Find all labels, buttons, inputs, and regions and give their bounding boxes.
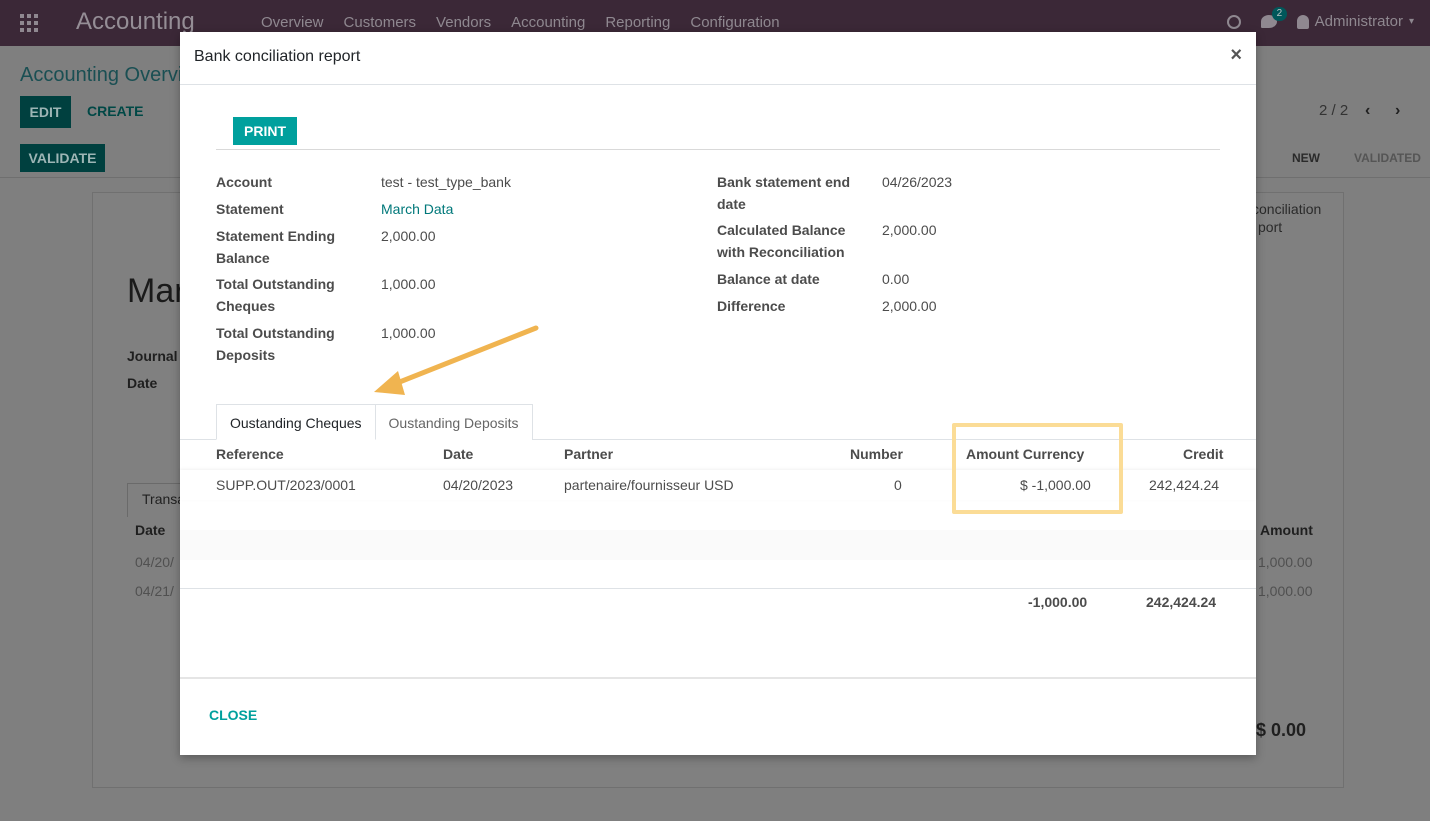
total-credit: 242,424.24 xyxy=(1146,594,1217,610)
chat-icon[interactable]: 2 xyxy=(1260,7,1288,28)
edit-button[interactable]: EDIT xyxy=(20,96,71,128)
activity-clock-icon[interactable] xyxy=(1226,14,1241,29)
calculated-balance-value: 2,000.00 xyxy=(882,222,937,238)
bank-statement-end-date-value: 04/26/2023 xyxy=(882,174,953,190)
close-button[interactable]: CLOSE xyxy=(209,707,257,723)
apps-menu-icon[interactable] xyxy=(20,14,38,32)
journal-label: Journal xyxy=(127,348,178,364)
caret-down-icon: ▾ xyxy=(1408,16,1414,27)
app-brand: Accounting xyxy=(76,8,195,35)
report-divider xyxy=(216,149,1220,150)
col-date: Date xyxy=(443,446,474,462)
account-label: Account xyxy=(216,174,272,190)
sheet-total: $ 0.00 xyxy=(1256,720,1307,740)
sheet-row-amount: 1,000.00 xyxy=(1258,554,1313,570)
total-amount-currency: -1,000.00 xyxy=(1028,594,1088,610)
sheet-col-date: Date xyxy=(135,522,166,538)
sheet-row-date[interactable]: 04/21/ xyxy=(135,583,174,599)
col-partner: Partner xyxy=(564,446,614,462)
navbar-systray: 2 Administrator ▾ xyxy=(1226,7,1414,30)
status-new[interactable]: NEW xyxy=(1292,151,1320,165)
tab-outstanding-cheques[interactable]: Oustanding Cheques xyxy=(216,404,376,440)
print-button[interactable]: PRINT xyxy=(233,117,297,145)
dialog-body: PRINT Account test - test_type_bank Stat… xyxy=(180,86,1256,676)
row-reference: SUPP.OUT/2023/0001 xyxy=(216,477,356,493)
calculated-balance-label: Calculated Balance with Reconciliation xyxy=(717,222,846,260)
menu-item-configuration[interactable]: Configuration xyxy=(690,14,779,31)
account-value: test - test_type_bank xyxy=(381,174,511,190)
col-amount-currency: Amount Currency xyxy=(966,446,1085,462)
empty-row xyxy=(180,530,1256,560)
total-outstanding-cheques-value: 1,000.00 xyxy=(381,276,436,292)
stat-line-2: port xyxy=(1258,219,1283,235)
user-menu[interactable]: Administrator ▾ xyxy=(1296,13,1414,30)
stat-line-1: conciliation xyxy=(1252,201,1322,217)
tab-transactions[interactable]: Transa xyxy=(127,483,187,517)
row-date: 04/20/2023 xyxy=(443,477,514,493)
conciliation-report-stat-button[interactable]: conciliation port xyxy=(1252,200,1321,236)
total-outstanding-cheques-label: Total Outstanding Cheques xyxy=(216,276,335,314)
total-outstanding-deposits-label: Total Outstanding Deposits xyxy=(216,325,335,363)
status-bar: NEW VALIDATED xyxy=(1276,140,1430,177)
close-icon[interactable]: × xyxy=(1230,45,1242,65)
pager-previous-icon[interactable]: ‹ xyxy=(1365,102,1370,120)
chat-count-badge: 2 xyxy=(1271,7,1288,21)
breadcrumb[interactable]: Accounting Overvi xyxy=(20,64,182,87)
col-credit: Credit xyxy=(1183,446,1224,462)
statement-ending-balance-label: Statement Ending Balance xyxy=(216,228,336,266)
menu-item-overview[interactable]: Overview xyxy=(261,14,324,31)
menu-item-vendors[interactable]: Vendors xyxy=(436,14,491,31)
menu-item-accounting[interactable]: Accounting xyxy=(511,14,585,31)
difference-label: Difference xyxy=(717,298,786,314)
sheet-row-amount: 1,000.00 xyxy=(1258,583,1313,599)
validate-button[interactable]: VALIDATE xyxy=(20,144,105,172)
row-credit: 242,424.24 xyxy=(1149,477,1220,493)
row-number: 0 xyxy=(894,477,902,493)
balance-at-date-label: Balance at date xyxy=(717,271,820,287)
statement-link[interactable]: March Data xyxy=(381,198,453,220)
menu-item-reporting[interactable]: Reporting xyxy=(605,14,670,31)
statement-label: Statement xyxy=(216,201,284,217)
bank-statement-end-date-label: Bank statement end date xyxy=(717,174,851,212)
col-number: Number xyxy=(850,446,903,462)
pager-next-icon[interactable]: › xyxy=(1395,102,1400,120)
col-reference: Reference xyxy=(216,446,284,462)
dialog-footer: CLOSE xyxy=(180,677,1256,755)
row-partner: partenaire/fournisseur USD xyxy=(564,477,734,493)
main-menu: Overview Customers Vendors Accounting Re… xyxy=(261,14,780,31)
bank-conciliation-dialog: Bank conciliation report × PRINT Account… xyxy=(180,32,1256,755)
sheet-row-date[interactable]: 04/20/ xyxy=(135,554,174,570)
dialog-header: Bank conciliation report × xyxy=(180,32,1256,85)
total-outstanding-deposits-value: 1,000.00 xyxy=(381,325,436,341)
table-footer-divider xyxy=(180,588,1256,589)
date-label: Date xyxy=(127,375,158,391)
create-button[interactable]: CREATE xyxy=(87,103,144,119)
statement-name: Mar xyxy=(127,272,186,310)
status-validated[interactable]: VALIDATED xyxy=(1354,151,1421,165)
report-tabs: Oustanding Cheques Oustanding Deposits xyxy=(216,404,533,440)
difference-value: 2,000.00 xyxy=(882,298,937,314)
tab-outstanding-deposits[interactable]: Oustanding Deposits xyxy=(374,404,533,440)
user-name: Administrator xyxy=(1314,13,1403,30)
menu-item-customers[interactable]: Customers xyxy=(344,14,417,31)
dialog-title: Bank conciliation report xyxy=(194,48,361,65)
row-amount-currency: $ -1,000.00 xyxy=(1020,477,1091,493)
sheet-col-amount: Amount xyxy=(1260,522,1313,538)
balance-at-date-value: 0.00 xyxy=(882,271,910,287)
user-avatar-icon xyxy=(1296,14,1309,29)
statement-ending-balance-value: 2,000.00 xyxy=(381,228,436,244)
pager-value: 2 / 2 xyxy=(1319,102,1349,119)
